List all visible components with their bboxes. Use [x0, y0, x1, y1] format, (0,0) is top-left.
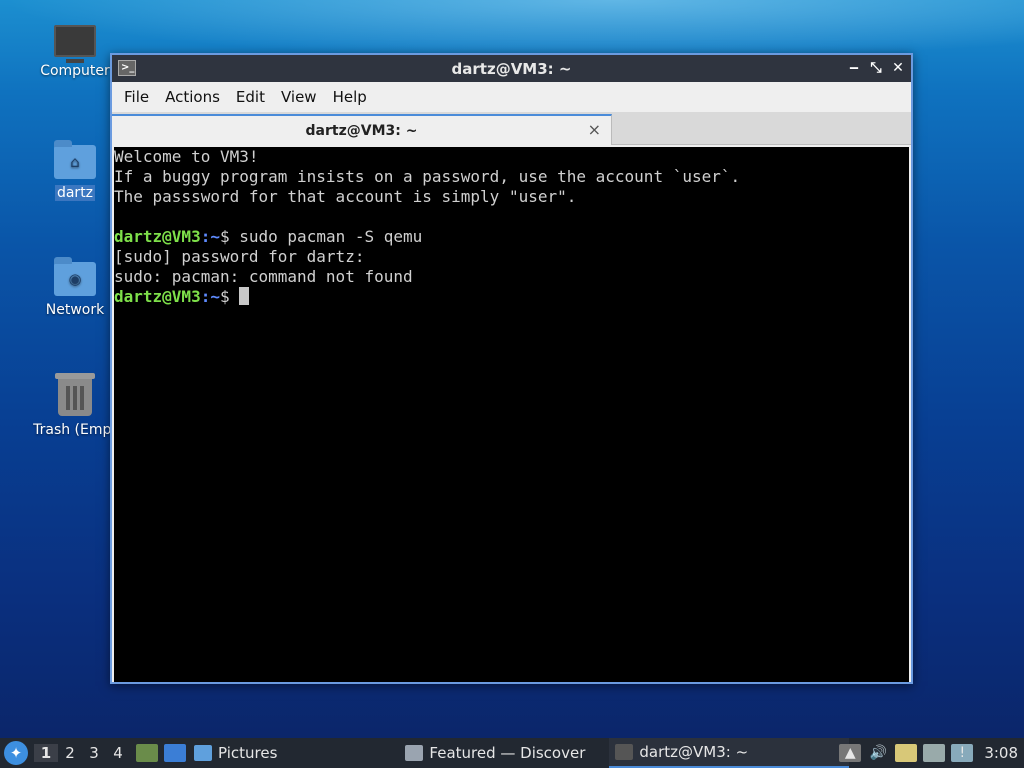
terminal-icon: [615, 744, 634, 760]
desktop-icon-label: Trash (Empt: [33, 422, 117, 438]
workspace-4[interactable]: 4: [106, 744, 130, 762]
home-folder-icon: ⌂: [54, 140, 96, 179]
clock[interactable]: 3:08: [984, 744, 1018, 762]
prompt-separator: :: [200, 227, 211, 246]
terminal-prompt-line: dartz@VM3:~$ sudo pacman -S qemu: [114, 227, 909, 247]
terminal-line: If a buggy program insists on a password…: [114, 167, 741, 186]
prompt-user: dartz@VM3: [114, 287, 201, 306]
window-titlebar[interactable]: >_ dartz@VM3: ~ ‒ ⤡ ✕: [112, 55, 911, 82]
desktop-icon-label: Network: [45, 302, 105, 318]
task-discover[interactable]: Featured — Discover: [399, 738, 591, 768]
tab-close-icon[interactable]: ×: [588, 120, 601, 139]
start-menu-icon[interactable]: ✦: [4, 741, 28, 765]
command-text: sudo pacman -S qemu: [229, 227, 423, 246]
workspace-3[interactable]: 3: [82, 744, 106, 762]
task-terminal[interactable]: dartz@VM3: ~: [609, 738, 850, 768]
task-label: Featured — Discover: [429, 744, 586, 762]
file-manager-launcher-icon[interactable]: [136, 744, 158, 762]
tab-terminal[interactable]: dartz@VM3: ~ ×: [112, 114, 612, 145]
terminal-window: >_ dartz@VM3: ~ ‒ ⤡ ✕ File Actions Edit …: [110, 53, 913, 684]
tab-label: dartz@VM3: ~: [305, 122, 418, 139]
system-tray: ▲ 🔊 ! 3:08: [836, 738, 1024, 768]
prompt-path: ~: [210, 287, 220, 306]
text-cursor: [239, 287, 250, 305]
prompt-symbol: $: [219, 287, 230, 306]
close-button[interactable]: ✕: [891, 59, 905, 77]
eject-icon[interactable]: ▲: [839, 744, 862, 762]
network-status-icon[interactable]: [923, 744, 946, 762]
menu-view[interactable]: View: [273, 88, 325, 106]
prompt-path: ~: [210, 227, 220, 246]
menu-edit[interactable]: Edit: [228, 88, 273, 106]
terminal-output[interactable]: Welcome to VM3! If a buggy program insis…: [114, 147, 909, 682]
terminal-line: [sudo] password for dartz:: [114, 247, 365, 266]
network-folder-icon: ◉: [54, 257, 96, 296]
workspace-2[interactable]: 2: [58, 744, 82, 762]
window-title: dartz@VM3: ~: [451, 59, 572, 78]
updates-icon[interactable]: !: [951, 744, 974, 762]
show-desktop-icon[interactable]: [164, 744, 186, 762]
prompt-separator: :: [200, 287, 211, 306]
menu-help[interactable]: Help: [325, 88, 375, 106]
discover-icon: [405, 745, 424, 761]
volume-icon[interactable]: 🔊: [867, 744, 889, 762]
trash-icon: [55, 373, 95, 416]
workspace-1[interactable]: 1: [34, 744, 58, 762]
task-label: Pictures: [218, 744, 278, 762]
maximize-button[interactable]: ⤡: [869, 59, 883, 77]
prompt-user: dartz@VM3: [114, 227, 201, 246]
menu-file[interactable]: File: [116, 88, 157, 106]
desktop-icon-label: Computer: [40, 63, 110, 79]
desktop-icon-label: dartz: [54, 185, 96, 201]
menu-actions[interactable]: Actions: [157, 88, 228, 106]
wallpaper-highlight: [0, 0, 1024, 60]
task-label: dartz@VM3: ~: [639, 743, 749, 761]
minimize-button[interactable]: ‒: [847, 59, 861, 77]
menubar: File Actions Edit View Help: [112, 82, 911, 112]
terminal-line: The passsword for that account is simply…: [114, 187, 577, 206]
computer-icon: [54, 25, 96, 63]
clipboard-icon[interactable]: [895, 744, 918, 762]
task-pictures[interactable]: Pictures: [188, 738, 283, 768]
tab-bar: dartz@VM3: ~ ×: [112, 112, 911, 145]
prompt-symbol: $: [219, 227, 230, 246]
terminal-line: Welcome to VM3!: [114, 147, 259, 166]
terminal-app-icon: >_: [118, 60, 136, 76]
terminal-prompt-line: dartz@VM3:~$: [114, 287, 909, 307]
terminal-line: sudo: pacman: command not found: [114, 267, 413, 286]
folder-icon: [194, 745, 212, 761]
taskbar: ✦ 1 2 3 4 Pictures Featured — Discover d…: [0, 738, 1024, 768]
